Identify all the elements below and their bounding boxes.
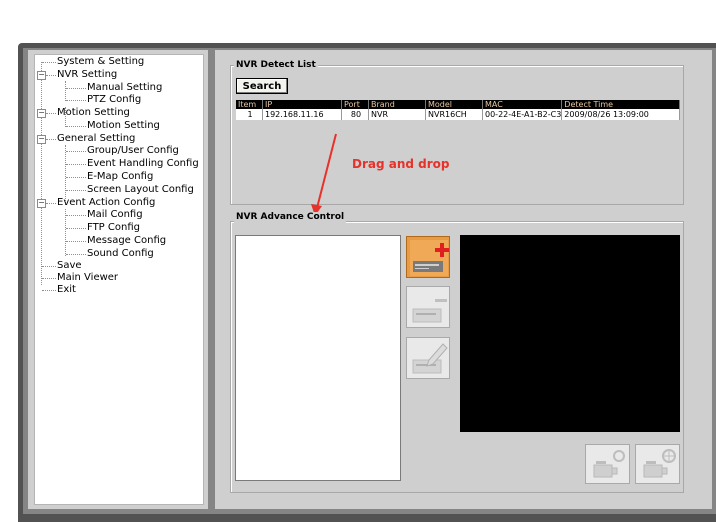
tree-connector bbox=[65, 209, 66, 256]
column-header-port[interactable]: Port bbox=[341, 100, 369, 109]
drag-drop-annotation: Drag and drop bbox=[352, 157, 450, 171]
tree-item-sound-config[interactable]: Sound Config bbox=[87, 248, 154, 260]
detect-list-title: NVR Detect List bbox=[234, 60, 318, 71]
table-row[interactable]: 1 192.168.11.16 80 NVR NVR16CH 00-22-4E-… bbox=[236, 109, 680, 120]
tree-item-ftp-config[interactable]: FTP Config bbox=[87, 222, 140, 234]
tree-item-manual-setting[interactable]: Manual Setting bbox=[87, 82, 162, 94]
tree-item-message-config[interactable]: Message Config bbox=[87, 235, 166, 247]
add-nvr-icon bbox=[410, 240, 449, 276]
cell-port: 80 bbox=[341, 109, 369, 120]
search-button[interactable]: Search bbox=[236, 78, 288, 94]
video-preview bbox=[460, 235, 680, 432]
tree-item-save[interactable]: Save bbox=[57, 260, 82, 272]
tree-item-ptz-config[interactable]: PTZ Config bbox=[87, 94, 141, 106]
tree-item-system-setting[interactable]: System & Setting bbox=[57, 56, 144, 68]
column-header-item[interactable]: Item bbox=[236, 100, 263, 109]
tree-item-motion-setting[interactable]: Motion Setting bbox=[87, 120, 160, 132]
advance-control-title: NVR Advance Control bbox=[234, 212, 347, 223]
camera-web-icon bbox=[643, 449, 676, 478]
camera-refresh-icon bbox=[593, 450, 625, 478]
add-nvr-button[interactable] bbox=[406, 236, 450, 278]
settings-tree: System & Setting − NVR Setting Manual Se… bbox=[34, 54, 204, 505]
edit-nvr-icon bbox=[412, 343, 448, 374]
tree-item-emap-config[interactable]: E-Map Config bbox=[87, 171, 153, 183]
nvr-device-list[interactable] bbox=[235, 235, 401, 481]
column-header-detect-time[interactable]: Detect Time bbox=[561, 100, 680, 109]
cell-ip: 192.168.11.16 bbox=[262, 109, 342, 120]
remove-nvr-icon bbox=[412, 299, 447, 323]
column-header-mac[interactable]: MAC bbox=[482, 100, 563, 109]
column-header-ip[interactable]: IP bbox=[262, 100, 342, 109]
detect-list-group bbox=[230, 65, 684, 205]
cell-item: 1 bbox=[236, 109, 263, 120]
collapse-icon[interactable]: − bbox=[37, 71, 46, 80]
cell-detect-time: 2009/08/26 13:09:00 bbox=[561, 109, 680, 120]
tree-item-event-action-config[interactable]: Event Action Config bbox=[57, 197, 155, 209]
cell-brand: NVR bbox=[368, 109, 426, 120]
drag-arrow-icon bbox=[311, 133, 337, 216]
remove-nvr-button[interactable] bbox=[406, 286, 450, 328]
tree-item-general-setting[interactable]: General Setting bbox=[57, 133, 135, 145]
table-header-row: Item IP Port Brand Model MAC Detect Time bbox=[236, 100, 680, 109]
tree-connector bbox=[65, 81, 66, 101]
tree-item-mail-config[interactable]: Mail Config bbox=[87, 209, 143, 221]
column-header-brand[interactable]: Brand bbox=[368, 100, 426, 109]
tree-item-main-viewer[interactable]: Main Viewer bbox=[57, 272, 118, 284]
tree-item-exit[interactable]: Exit bbox=[57, 284, 76, 296]
collapse-icon[interactable]: − bbox=[37, 109, 46, 118]
detect-table: Item IP Port Brand Model MAC Detect Time… bbox=[236, 100, 680, 120]
tree-item-motion-setting-group[interactable]: Motion Setting bbox=[57, 107, 130, 119]
edit-nvr-button[interactable] bbox=[406, 337, 450, 379]
cell-model: NVR16CH bbox=[425, 109, 483, 120]
tree-connector bbox=[41, 62, 42, 285]
collapse-icon[interactable]: − bbox=[37, 135, 46, 144]
cell-mac: 00-22-4E-A1-B2-C3 bbox=[482, 109, 563, 120]
column-header-model[interactable]: Model bbox=[425, 100, 483, 109]
collapse-icon[interactable]: − bbox=[37, 199, 46, 208]
tree-item-event-handling-config[interactable]: Event Handling Config bbox=[87, 158, 199, 170]
camera-web-button[interactable] bbox=[635, 444, 680, 484]
tree-item-screen-layout-config[interactable]: Screen Layout Config bbox=[87, 184, 194, 196]
tree-item-group-user-config[interactable]: Group/User Config bbox=[87, 145, 179, 157]
tree-item-nvr-setting[interactable]: NVR Setting bbox=[57, 69, 117, 81]
tree-connector bbox=[65, 145, 66, 205]
camera-refresh-button[interactable] bbox=[585, 444, 630, 484]
